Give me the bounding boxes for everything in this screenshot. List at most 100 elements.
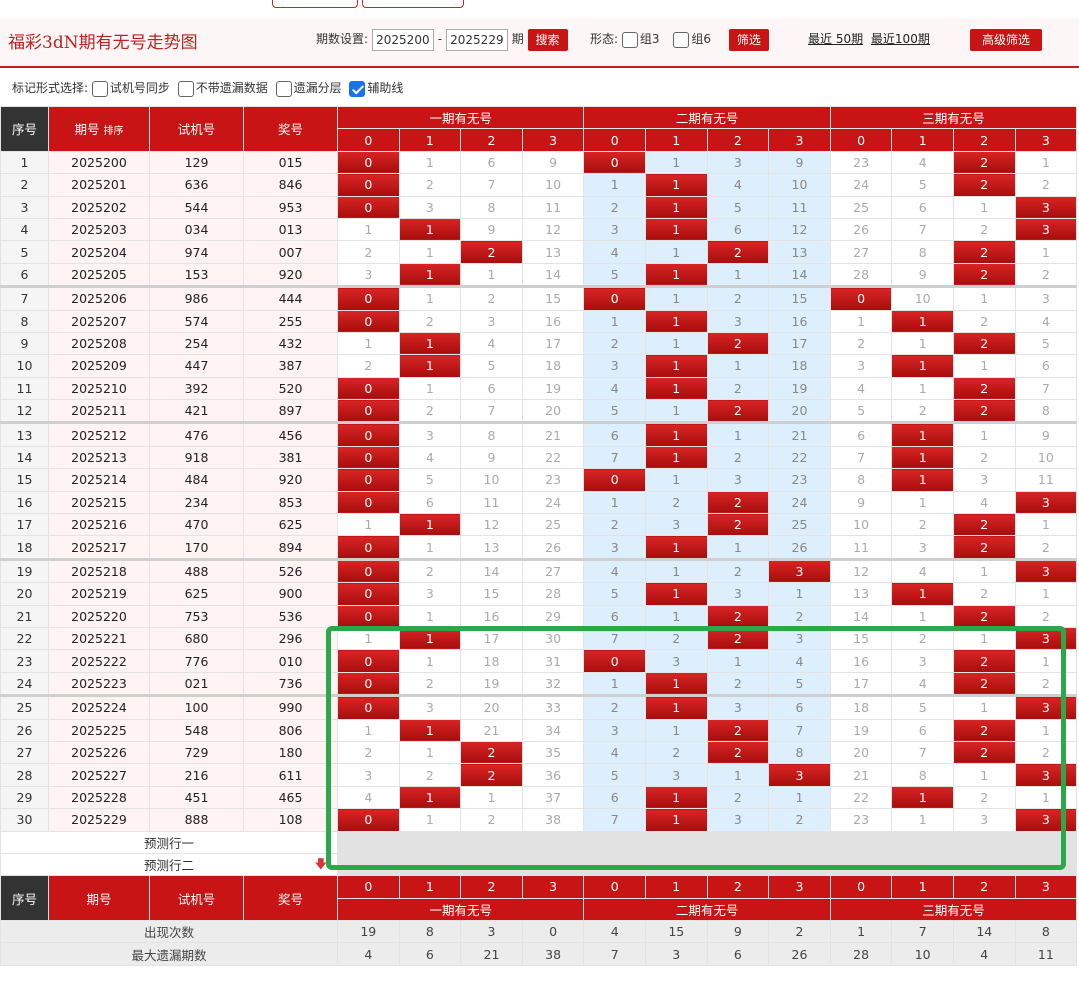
predict-cell[interactable] [583, 852, 646, 877]
missing-cell: 14 [460, 557, 523, 584]
hit-cell: 2 [952, 671, 1016, 697]
missing-cell: 10 [768, 173, 831, 197]
predict-cell[interactable] [706, 852, 770, 877]
group6-checkbox[interactable] [673, 31, 690, 48]
missing-cell: 7 [583, 626, 646, 651]
row-seq: 14 [0, 445, 49, 470]
row-trial: 254 [149, 331, 244, 356]
predict-cell[interactable] [521, 852, 585, 877]
missing-cell: 6 [706, 217, 770, 242]
predict-cell[interactable] [891, 830, 954, 854]
table-row: 1 2025200 129 015 0 1 6 9 0 1 3 9 23 4 2 1 [0, 150, 1078, 175]
missing-cell: 1 [398, 740, 462, 765]
table-row: 23 2025222 776 010 0 1 18 31 0 3 1 4 16 3 2 1 [0, 649, 1078, 673]
arrow-down-icon[interactable]: 🡇 [315, 855, 327, 875]
missing-cell: 23 [521, 468, 585, 492]
row-seq: 4 [0, 217, 49, 242]
col-issue-header[interactable]: 期号 排序 [48, 106, 150, 152]
missing-cell: 2 [706, 285, 770, 311]
missing-cell: 22 [521, 445, 585, 470]
missing-cell: 10 [829, 513, 893, 537]
row-issue: 2025220 [48, 604, 150, 628]
predict-cell[interactable] [521, 830, 585, 854]
predict-cell[interactable] [768, 830, 831, 854]
missing-cell: 1 [644, 240, 708, 264]
missing-cell: 7 [891, 740, 954, 765]
option-guide-line-checkbox[interactable] [349, 80, 366, 97]
trend-table: 序号 期号 排序 试机号 奖号 一期有无号 二期有无号 三期有无号 012301… [0, 105, 1078, 966]
row-draw: 465 [243, 785, 338, 810]
predict-cell[interactable] [460, 830, 523, 854]
mark-options-label: 标记形式选择: [12, 81, 89, 95]
predict-cell[interactable] [460, 852, 523, 877]
stat-max-cell: 11 [1014, 942, 1078, 966]
predict-cell[interactable] [768, 852, 831, 877]
group6-label: 组6 [691, 32, 711, 46]
filter-button[interactable]: 筛选 [728, 28, 769, 51]
predict-cell[interactable] [952, 852, 1016, 877]
missing-cell: 4 [768, 649, 831, 673]
hit-cell: 1 [644, 195, 708, 219]
row-trial: 170 [149, 535, 244, 560]
period-to-input[interactable]: 2025229 [445, 28, 508, 51]
option-trial-sync-checkbox[interactable] [91, 80, 108, 97]
missing-cell: 3 [337, 763, 400, 787]
missing-cell: 13 [521, 240, 585, 264]
recent-100-link[interactable]: 最近100期 [871, 32, 930, 46]
sort-toggle[interactable]: 排序 [104, 126, 124, 137]
predict-cell[interactable] [398, 830, 462, 854]
missing-cell: 4 [891, 150, 954, 175]
missing-cell: 19 [460, 671, 523, 697]
missing-cell: 15 [768, 285, 831, 311]
stat-max-cell: 6 [706, 942, 770, 966]
missing-cell: 35 [521, 740, 585, 765]
predict-cell[interactable] [644, 852, 708, 877]
hit-cell: 0 [337, 582, 400, 606]
predict-cell[interactable] [952, 830, 1016, 854]
recent-50-link[interactable]: 最近 50期 [808, 32, 863, 46]
predict-cell[interactable] [583, 830, 646, 854]
missing-cell: 1 [706, 262, 770, 288]
predict-cell[interactable] [706, 830, 770, 854]
missing-cell: 8 [768, 740, 831, 765]
missing-cell: 2 [460, 808, 523, 832]
hit-cell: 0 [337, 195, 400, 219]
missing-cell: 3 [706, 694, 770, 720]
col-draw-header: 奖号 [243, 106, 338, 152]
top-button-2[interactable] [362, 0, 464, 8]
search-button[interactable]: 搜索 [527, 28, 568, 51]
missing-cell: 1 [952, 557, 1016, 584]
row-issue: 2025225 [48, 718, 150, 742]
predict-cell[interactable] [337, 852, 400, 877]
hit-cell: 3 [1014, 557, 1078, 584]
option-missing-layer-checkbox[interactable] [275, 80, 292, 97]
predict-cell[interactable] [1014, 830, 1078, 854]
table-body: 1 2025200 129 015 0 1 6 9 0 1 3 9 23 4 2 1 2 2025201 636 84… [0, 150, 1078, 832]
missing-cell: 2 [768, 604, 831, 628]
missing-cell: 21 [460, 718, 523, 742]
missing-cell: 3 [706, 808, 770, 832]
predict-cell[interactable] [891, 852, 954, 877]
missing-cell: 5 [829, 399, 893, 424]
hit-cell: 2 [952, 240, 1016, 264]
predict-cell[interactable] [829, 830, 893, 854]
col-trial-header: 试机号 [149, 875, 244, 922]
row-trial: 753 [149, 604, 244, 628]
predict-cell[interactable] [1014, 852, 1078, 877]
missing-cell: 1 [644, 331, 708, 356]
predict-cell[interactable] [398, 852, 462, 877]
option-no-missing-checkbox[interactable] [177, 80, 194, 97]
row-draw: 953 [243, 195, 338, 219]
missing-cell: 4 [829, 376, 893, 401]
group3-checkbox[interactable] [621, 31, 638, 48]
predict-cell[interactable] [829, 852, 893, 877]
predict-cell[interactable] [644, 830, 708, 854]
col-draw-header: 奖号 [243, 875, 338, 922]
advanced-filter-button[interactable]: 高级筛选 [970, 28, 1043, 51]
period-from-input[interactable]: 2025200 [371, 28, 434, 51]
hit-cell: 3 [1014, 626, 1078, 651]
header-bar: 福彩3dN期有无号走势图 期数设置: 2025200 - 2025229 期 搜… [0, 18, 1079, 68]
top-button-1[interactable] [272, 0, 358, 8]
predict-cell[interactable] [337, 830, 400, 854]
row-seq: 28 [0, 763, 49, 787]
